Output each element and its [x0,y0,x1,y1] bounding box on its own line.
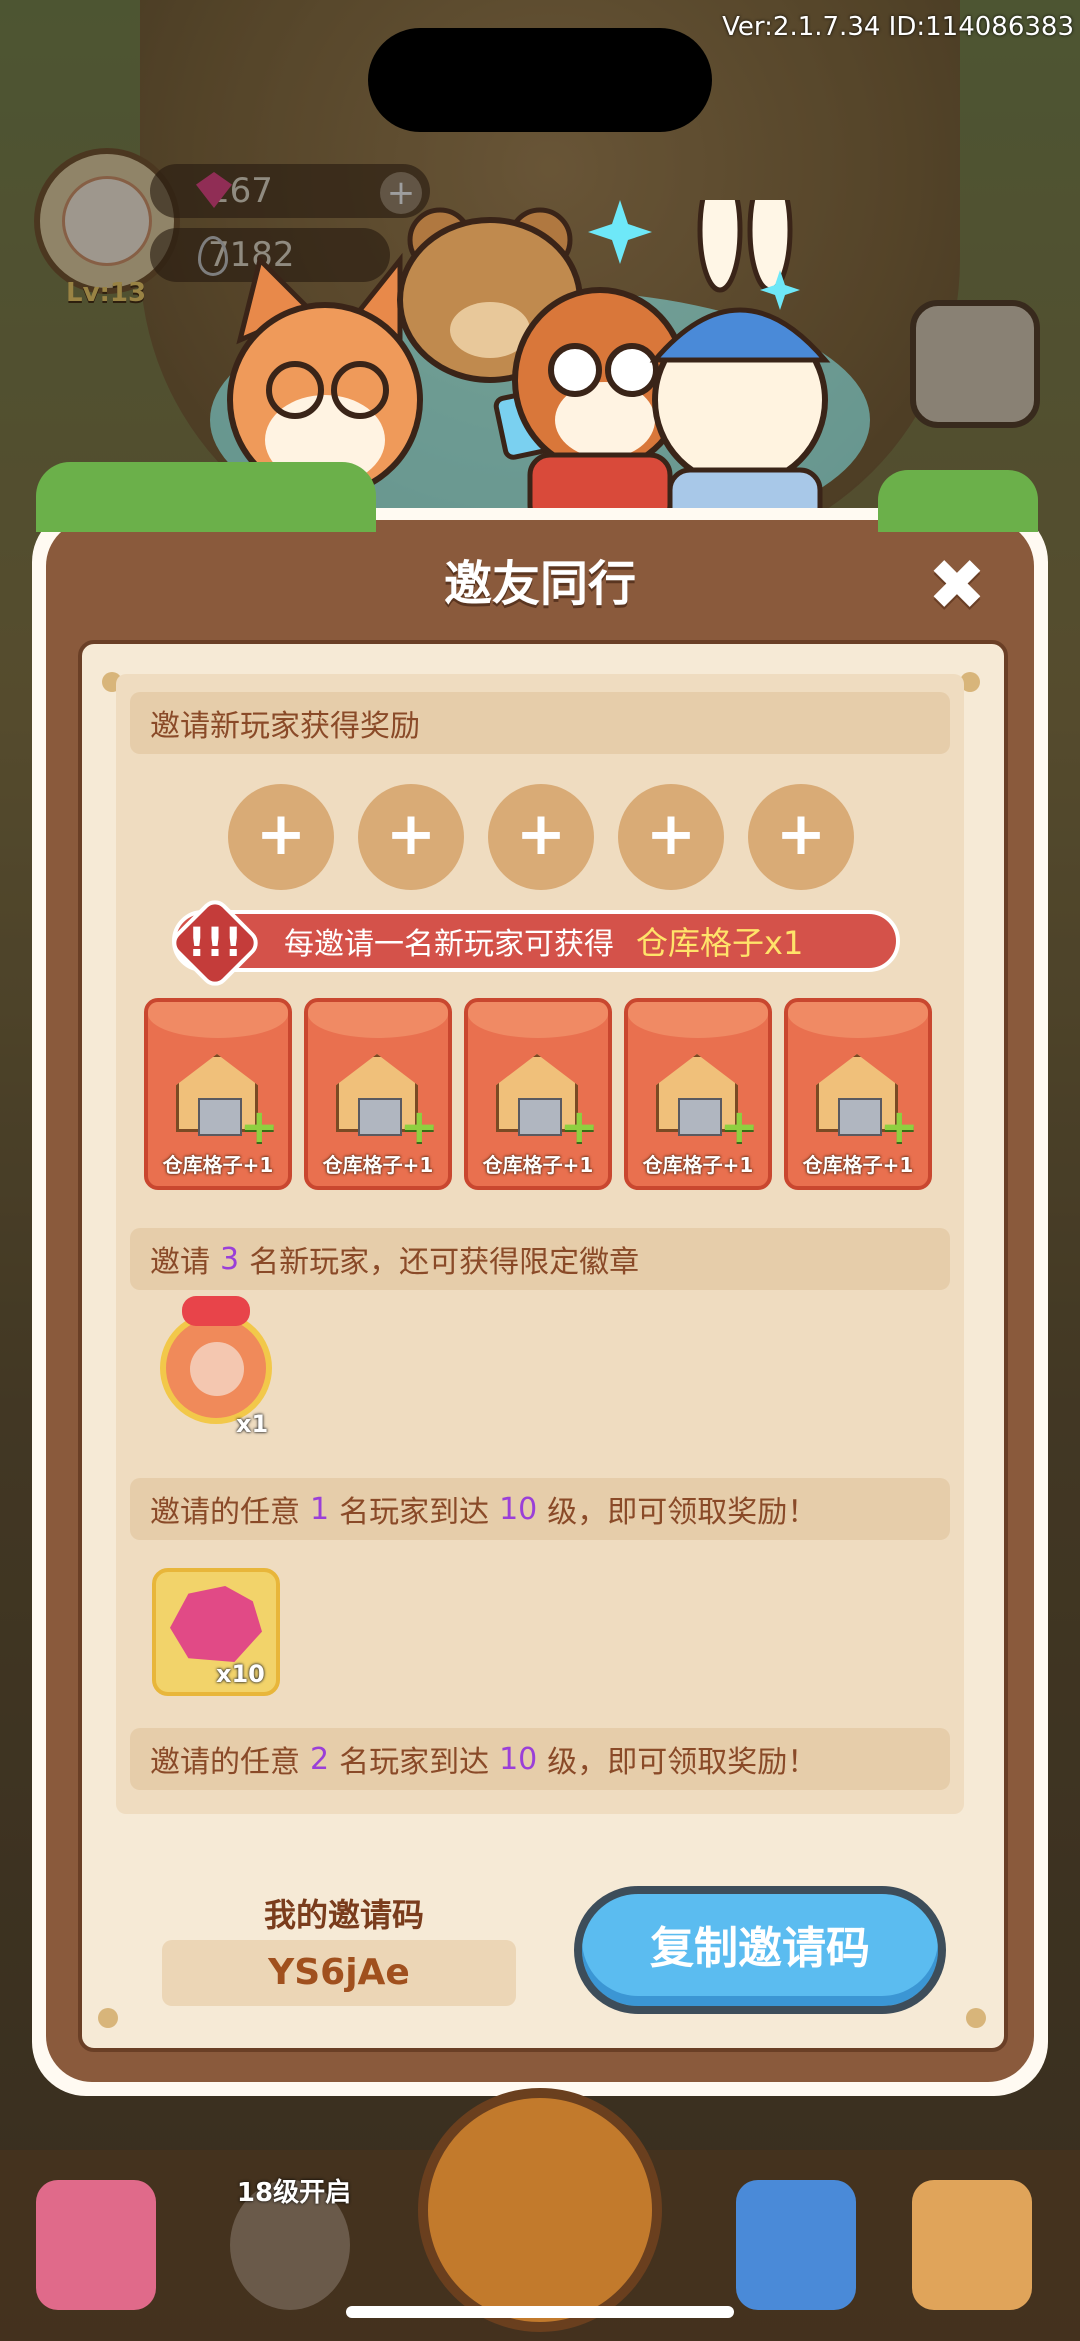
badge-invite-count: 3 [220,1241,240,1277]
plus-icon: + [720,1099,759,1153]
invite-slot[interactable]: + [228,784,334,890]
camera-notch [368,28,712,132]
section-header-badge: 邀请 3 名新玩家，还可获得限定徽章 [130,1228,950,1290]
section-header-level-reward-2: 邀请的任意 2 名玩家到达 10 级，即可领取奖励！ [130,1728,950,1790]
reward-card-label: 仓库格子+1 [322,1153,434,1177]
corner-stud [98,2008,118,2028]
gem-reward-count: x10 [216,1660,265,1688]
level-reward-level: 10 [499,1491,538,1527]
dialog-title: 邀友同行 [443,556,636,612]
card-flap [468,1002,608,1038]
acorn-icon[interactable] [418,2088,662,2332]
warehouse-door [838,1098,882,1136]
card-flap [308,1002,448,1038]
card-flap [628,1002,768,1038]
grass-decoration-left [36,462,376,532]
plus-icon: + [400,1099,439,1153]
level-reward-middle: 名玩家到达 [339,1745,490,1780]
section-header-level-reward-1: 邀请的任意 1 名玩家到达 10 级，即可领取奖励！ [130,1478,950,1540]
my-invite-code: YS6jAe [162,1940,516,2006]
level-reward-middle: 名玩家到达 [339,1495,490,1530]
level-reward-players: 1 [310,1491,330,1527]
plus-icon: + [560,1099,599,1153]
badge-bow [182,1296,250,1326]
invite-slot[interactable]: + [618,784,724,890]
warehouse-door [518,1098,562,1136]
section-header-invite-reward: 邀请新玩家获得奖励 [130,692,950,754]
copy-invite-code-button[interactable]: 复制邀请码 [574,1886,946,2014]
warehouse-door [198,1098,242,1136]
section-title: 邀请新玩家获得奖励 [150,709,420,744]
reward-card[interactable]: + 仓库格子+1 [624,998,772,1190]
level-reward-level: 10 [499,1741,538,1777]
reward-card-label: 仓库格子+1 [162,1153,274,1177]
locked-feature-label: 18级开启 [236,2178,352,2208]
reward-card[interactable]: + 仓库格子+1 [144,998,292,1190]
reward-card[interactable]: + 仓库格子+1 [464,998,612,1190]
level-reward-prefix: 邀请的任意 [150,1745,300,1780]
level-reward-prefix: 邀请的任意 [150,1495,300,1530]
house-icon[interactable] [912,2180,1032,2310]
invite-slot[interactable]: + [488,784,594,890]
badge-prefix: 邀请 [150,1245,210,1280]
reward-card-label: 仓库格子+1 [642,1153,754,1177]
invite-slot[interactable]: + [748,784,854,890]
plus-icon: + [880,1099,919,1153]
level-reward-suffix: 级，即可领取奖励！ [547,1495,818,1530]
cube-icon[interactable] [736,2180,856,2310]
reward-card-label: 仓库格子+1 [802,1153,914,1177]
reward-card[interactable]: + 仓库格子+1 [784,998,932,1190]
grass-decoration-right [878,470,1038,532]
invite-slot[interactable]: + [358,784,464,890]
badge-count: x1 [236,1410,269,1438]
level-reward-suffix: 级，即可领取奖励！ [547,1745,818,1780]
badge-suffix: 名新玩家，还可获得限定徽章 [249,1245,640,1280]
banner-text: 每邀请一名新玩家可获得 [284,927,614,962]
version-text: Ver:2.1.7.34 ID:114086383 [722,12,1074,42]
reward-banner: 每邀请一名新玩家可获得 仓库格子x1 [172,910,900,972]
card-flap [788,1002,928,1038]
my-invite-code-label: 我的邀请码 [263,1896,424,1934]
plus-icon: + [240,1099,279,1153]
banner-highlight: 仓库格子x1 [636,924,804,962]
warehouse-door [678,1098,722,1136]
warehouse-door [358,1098,402,1136]
fox-character [227,252,423,498]
level-reward-players: 2 [310,1741,330,1777]
rabbit-character [649,200,831,530]
home-indicator[interactable] [346,2306,734,2318]
corner-stud [966,2008,986,2028]
reward-card[interactable]: + 仓库格子+1 [304,998,452,1190]
shop-icon[interactable] [36,2180,156,2310]
alert-icon-text: !!! [187,920,243,966]
card-flap [148,1002,288,1038]
badge-heart [190,1342,244,1396]
close-icon[interactable]: ✖ [920,548,994,622]
reward-card-label: 仓库格子+1 [482,1153,594,1177]
